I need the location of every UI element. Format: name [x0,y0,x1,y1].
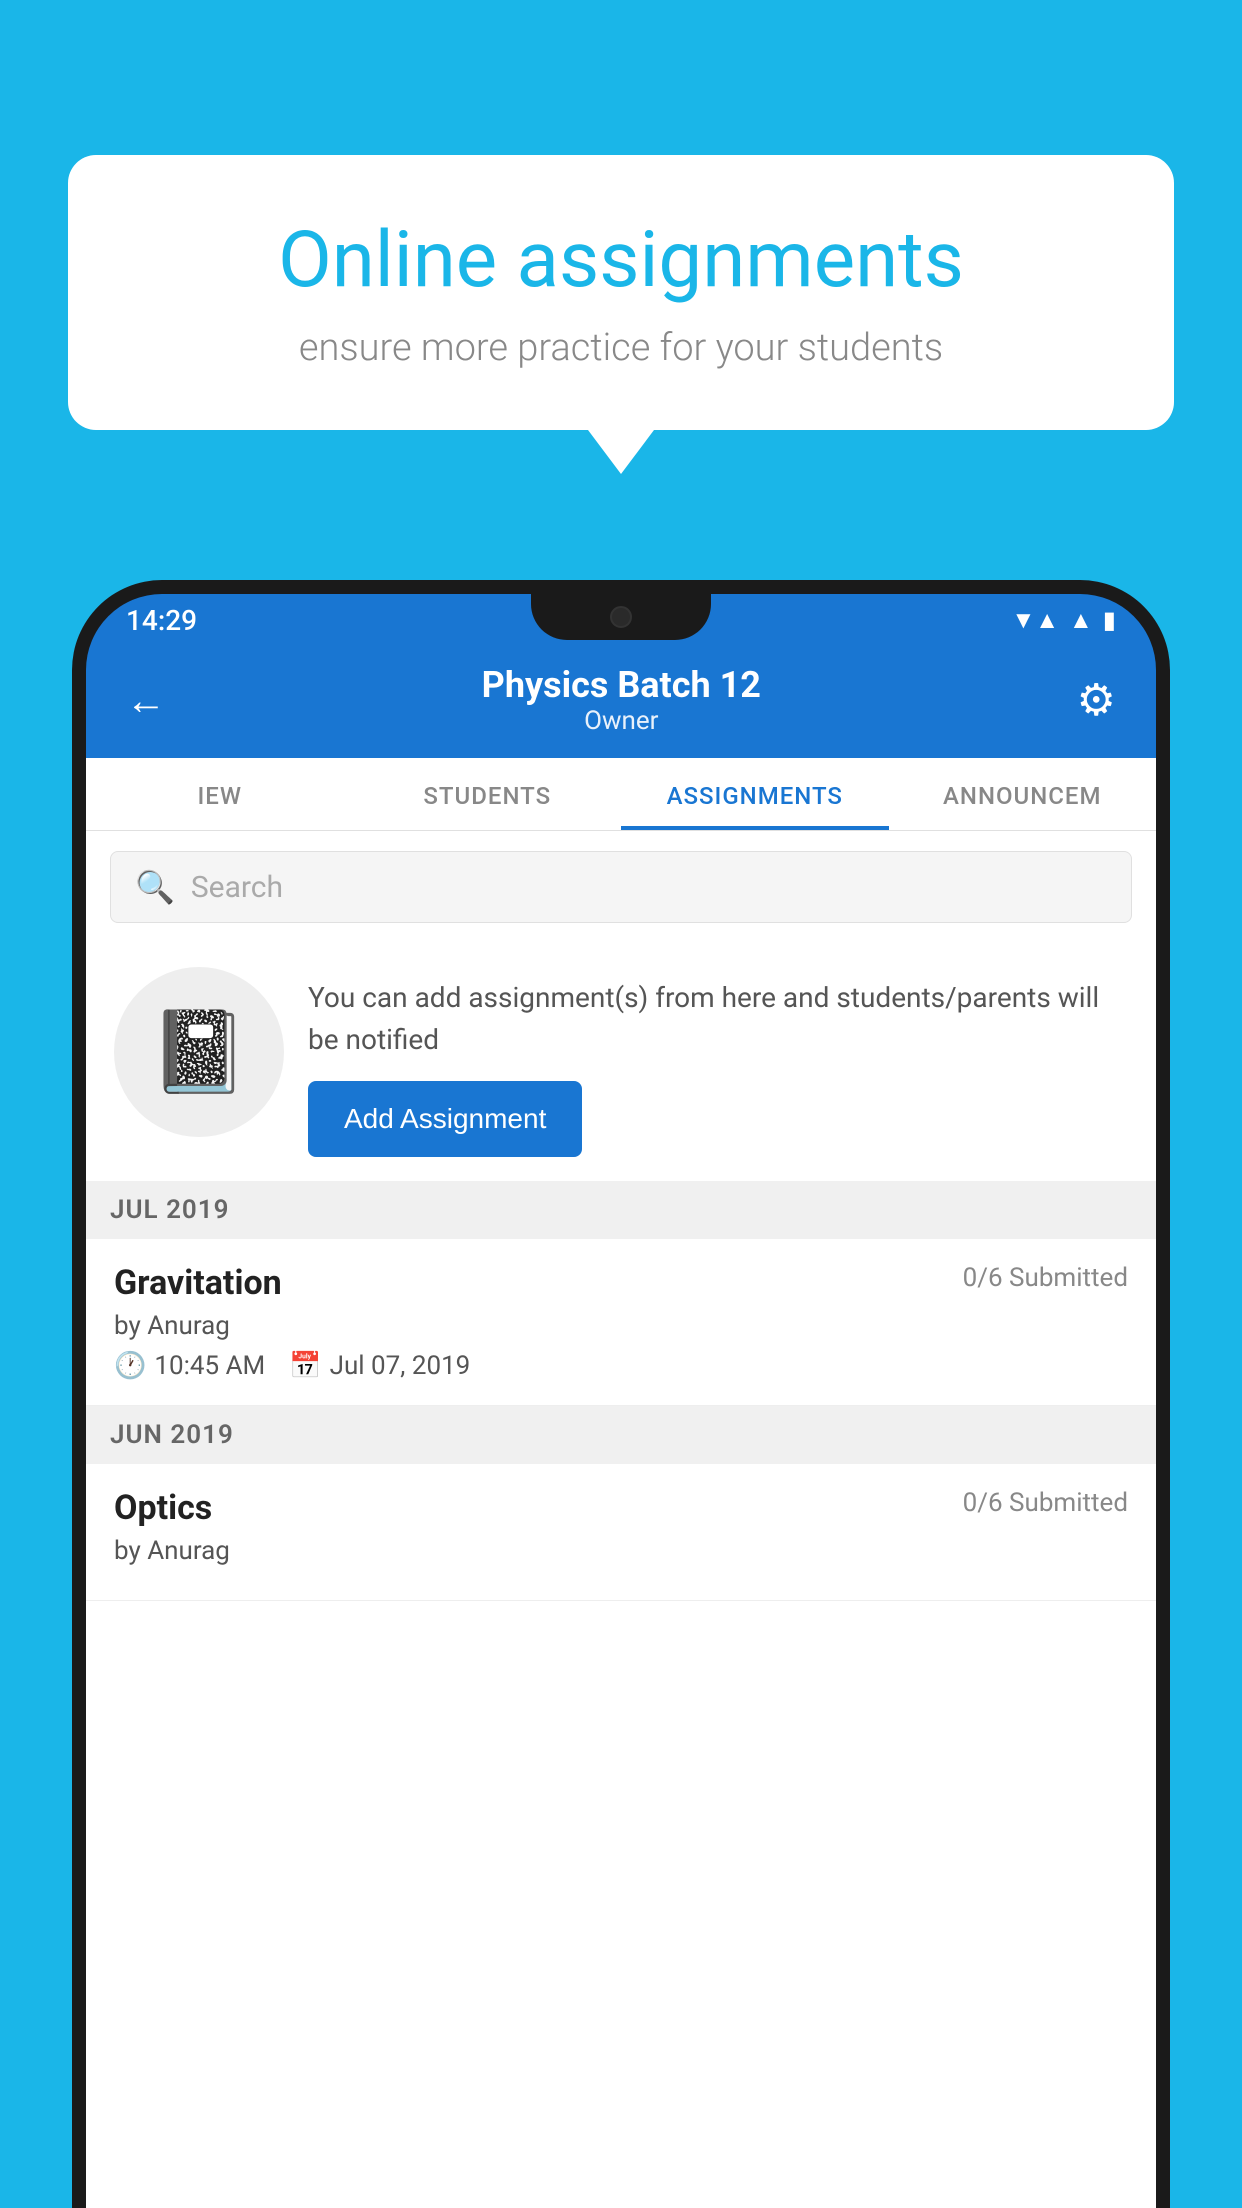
clock-icon: 🕐 [114,1351,146,1381]
assignment-item-optics[interactable]: Optics 0/6 Submitted by Anurag [86,1464,1156,1601]
batch-title: Physics Batch 12 [482,664,761,706]
assignment-item-gravitation[interactable]: Gravitation 0/6 Submitted by Anurag 🕐 10… [86,1239,1156,1406]
assignment-time: 🕐 10:45 AM [114,1351,265,1381]
speech-bubble-title: Online assignments [148,215,1094,306]
tab-announcements[interactable]: ANNOUNCEM [889,758,1157,830]
calendar-icon: 📅 [289,1351,321,1381]
assignment-submitted: 0/6 Submitted [963,1263,1128,1293]
assignment-date-value: Jul 07, 2019 [330,1351,471,1381]
assignment-top: Gravitation 0/6 Submitted [114,1263,1128,1303]
section-header-jul: JUL 2019 [86,1181,1156,1239]
assignment-submitted-optics: 0/6 Submitted [963,1488,1128,1518]
tab-students[interactable]: STUDENTS [354,758,622,830]
battery-icon: ▮ [1103,606,1116,634]
front-camera [610,606,632,628]
app-header: ← Physics Batch 12 Owner ⚙ [86,646,1156,758]
assignment-top-optics: Optics 0/6 Submitted [114,1488,1128,1528]
status-icons: ▼▲ ▲ ▮ [1012,606,1117,635]
tabs-bar: IEW STUDENTS ASSIGNMENTS ANNOUNCEM [86,758,1156,831]
screen-content: 🔍 Search 📓 You can add assignment(s) fro… [86,831,1156,2208]
assignment-date: 📅 Jul 07, 2019 [289,1351,470,1381]
settings-icon[interactable]: ⚙ [1077,674,1116,726]
search-input-container[interactable]: 🔍 Search [110,851,1132,923]
phone-frame: 14:29 ▼▲ ▲ ▮ ← Physics Batch 12 Owner ⚙ … [72,580,1170,2208]
phone-screen: 14:29 ▼▲ ▲ ▮ ← Physics Batch 12 Owner ⚙ … [86,594,1156,2208]
assignment-by: by Anurag [114,1311,1128,1341]
section-header-jun: JUN 2019 [86,1406,1156,1464]
header-title-group: Physics Batch 12 Owner [482,664,761,736]
batch-role: Owner [482,706,761,736]
promo-content: You can add assignment(s) from here and … [308,967,1128,1157]
status-time: 14:29 [126,604,197,637]
notebook-icon: 📓 [149,1005,249,1099]
speech-bubble-subtitle: ensure more practice for your students [148,326,1094,370]
phone-notch [531,594,711,640]
add-assignment-button[interactable]: Add Assignment [308,1081,582,1157]
assignment-meta: 🕐 10:45 AM 📅 Jul 07, 2019 [114,1351,1128,1381]
assignment-by-optics: by Anurag [114,1536,1128,1566]
search-icon: 🔍 [135,868,175,906]
assignment-time-value: 10:45 AM [154,1351,265,1381]
assignment-name: Gravitation [114,1263,282,1303]
tab-assignments[interactable]: ASSIGNMENTS [621,758,889,830]
speech-bubble-container: Online assignments ensure more practice … [68,155,1174,430]
promo-section: 📓 You can add assignment(s) from here an… [86,943,1156,1181]
promo-description: You can add assignment(s) from here and … [308,977,1128,1061]
wifi-icon: ▼▲ [1012,606,1060,635]
search-bar: 🔍 Search [86,831,1156,943]
back-button[interactable]: ← [126,677,166,724]
promo-icon-circle: 📓 [114,967,284,1137]
search-input[interactable]: Search [191,870,283,905]
speech-bubble: Online assignments ensure more practice … [68,155,1174,430]
signal-icon: ▲ [1069,606,1093,635]
assignment-name-optics: Optics [114,1488,212,1528]
tab-overview[interactable]: IEW [86,758,354,830]
